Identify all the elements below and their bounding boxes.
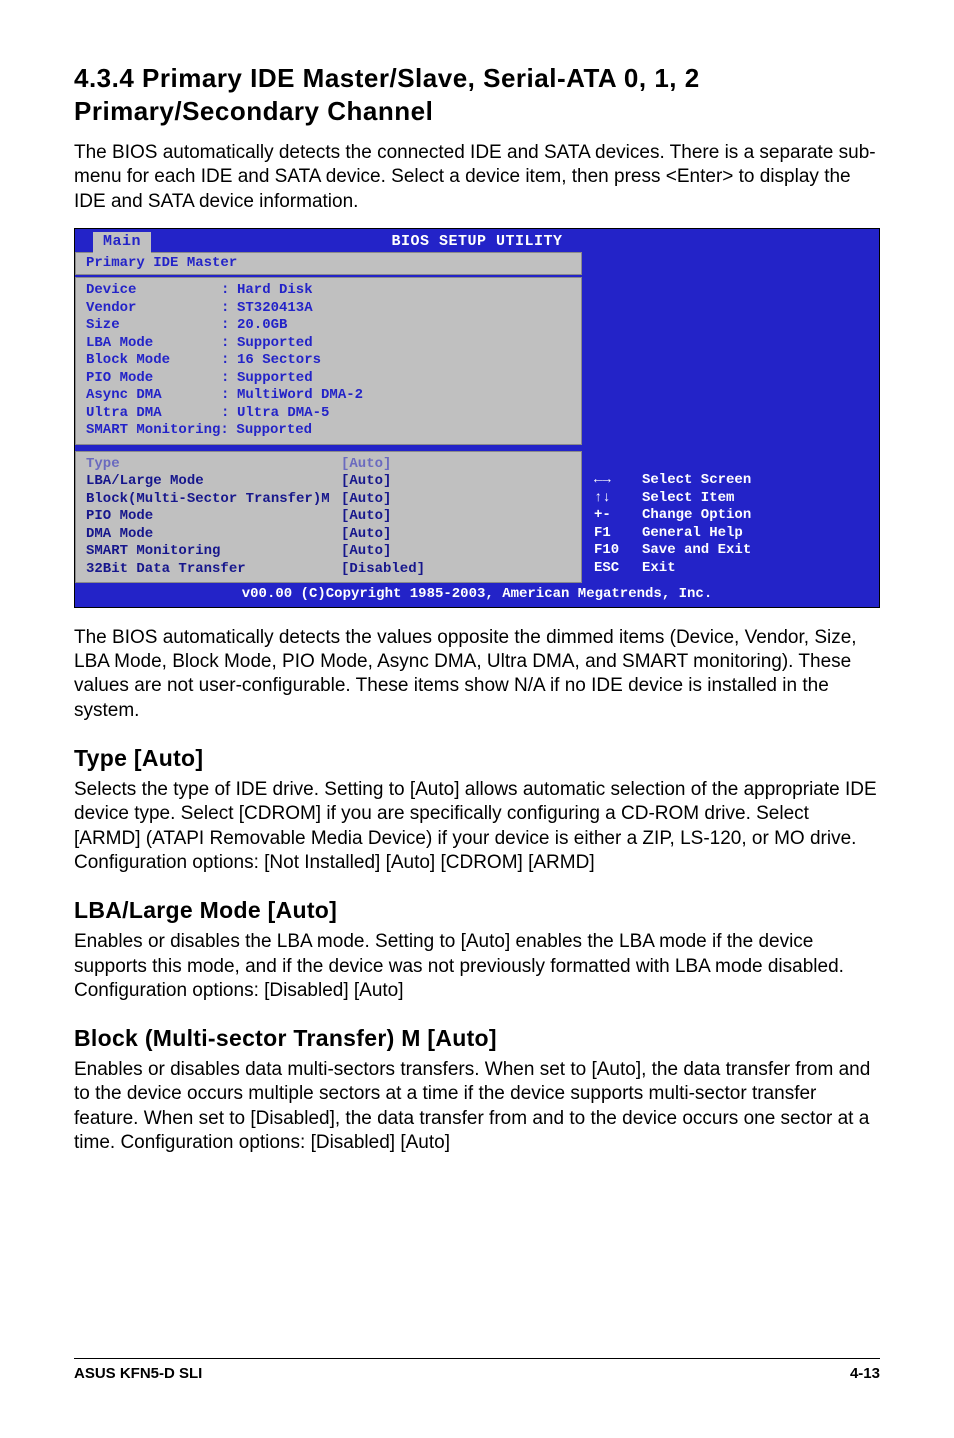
intro-paragraph: The BIOS automatically detects the conne…: [74, 141, 880, 214]
bios-option-label: Block(Multi-Sector Transfer)M: [86, 491, 341, 509]
bios-nav-help: ←→Select Screen↑↓Select Item+-Change Opt…: [594, 472, 867, 577]
bios-nav-key: ←→: [594, 472, 642, 490]
bios-nav-row: ↑↓Select Item: [594, 490, 867, 508]
bios-footer: v00.00 (C)Copyright 1985-2003, American …: [75, 583, 879, 607]
bios-info-separator: :: [221, 405, 237, 423]
bios-info-label: PIO Mode: [86, 370, 221, 388]
bios-info-label: Block Mode: [86, 352, 221, 370]
bios-info-row: LBA Mode: Supported: [86, 335, 571, 353]
heading-lba: LBA/Large Mode [Auto]: [74, 897, 880, 924]
bios-info-row: PIO Mode: Supported: [86, 370, 571, 388]
bios-option-value: [Auto]: [341, 526, 391, 544]
bios-nav-label: Change Option: [642, 507, 751, 525]
bios-info-value: Ultra DMA-5: [237, 405, 329, 423]
bios-nav-key: +-: [594, 507, 642, 525]
bios-info-value: Supported: [237, 335, 313, 353]
body-block: Enables or disables data multi-sectors t…: [74, 1058, 880, 1155]
section-heading: 4.3.4 Primary IDE Master/Slave, Serial-A…: [74, 62, 880, 127]
bios-nav-key: ↑↓: [594, 490, 642, 508]
bios-info-separator: :: [221, 300, 237, 318]
bios-tab-main[interactable]: Main: [93, 232, 151, 253]
bios-info-label: Async DMA: [86, 387, 221, 405]
bios-info-separator: :: [220, 422, 236, 440]
bios-options-panel: Type[Auto]LBA/Large Mode[Auto]Block(Mult…: [75, 451, 582, 584]
bios-info-value: Supported: [236, 422, 312, 440]
bios-panel-title: Primary IDE Master: [75, 252, 582, 276]
paragraph-dimmed-items: The BIOS automatically detects the value…: [74, 626, 880, 723]
bios-info-row: Ultra DMA: Ultra DMA-5: [86, 405, 571, 423]
bios-info-separator: :: [221, 282, 237, 300]
bios-info-row: Device: Hard Disk: [86, 282, 571, 300]
bios-nav-key: ESC: [594, 560, 642, 578]
bios-info-label: Size: [86, 317, 221, 335]
bios-info-value: Hard Disk: [237, 282, 313, 300]
bios-option-value: [Auto]: [341, 491, 391, 509]
bios-info-separator: :: [221, 352, 237, 370]
bios-option-label: Type: [86, 456, 341, 474]
bios-nav-label: Select Screen: [642, 472, 751, 490]
bios-info-row: Vendor: ST320413A: [86, 300, 571, 318]
bios-info-label: Device: [86, 282, 221, 300]
bios-info-row: Async DMA: MultiWord DMA-2: [86, 387, 571, 405]
bios-device-info-panel: Device: Hard DiskVendor: ST320413ASize: …: [75, 277, 582, 445]
bios-option-row[interactable]: LBA/Large Mode[Auto]: [86, 473, 571, 491]
bios-option-row[interactable]: Block(Multi-Sector Transfer)M[Auto]: [86, 491, 571, 509]
bios-nav-label: General Help: [642, 525, 743, 543]
bios-option-value: [Auto]: [341, 543, 391, 561]
bios-info-label: Vendor: [86, 300, 221, 318]
bios-option-row[interactable]: SMART Monitoring[Auto]: [86, 543, 571, 561]
bios-nav-row: +-Change Option: [594, 507, 867, 525]
heading-block: Block (Multi-sector Transfer) M [Auto]: [74, 1025, 880, 1052]
bios-option-row[interactable]: Type[Auto]: [86, 456, 571, 474]
bios-option-value: [Auto]: [341, 456, 391, 474]
bios-option-value: [Disabled]: [341, 561, 425, 579]
footer-page-number: 4-13: [850, 1365, 880, 1382]
bios-option-row[interactable]: DMA Mode[Auto]: [86, 526, 571, 544]
bios-info-value: MultiWord DMA-2: [237, 387, 363, 405]
bios-title-bar: BIOS SETUP UTILITY Main: [75, 229, 879, 252]
body-lba: Enables or disables the LBA mode. Settin…: [74, 930, 880, 1003]
bios-info-label: LBA Mode: [86, 335, 221, 353]
bios-info-separator: :: [221, 335, 237, 353]
bios-option-label: PIO Mode: [86, 508, 341, 526]
bios-nav-key: F10: [594, 542, 642, 560]
bios-option-row[interactable]: 32Bit Data Transfer[Disabled]: [86, 561, 571, 579]
bios-info-value: ST320413A: [237, 300, 313, 318]
bios-nav-label: Save and Exit: [642, 542, 751, 560]
bios-nav-label: Select Item: [642, 490, 734, 508]
bios-nav-key: F1: [594, 525, 642, 543]
bios-info-separator: :: [221, 387, 237, 405]
bios-nav-row: ESCExit: [594, 560, 867, 578]
bios-info-separator: :: [221, 317, 237, 335]
bios-utility-title: BIOS SETUP UTILITY: [391, 233, 562, 250]
bios-info-value: 16 Sectors: [237, 352, 321, 370]
bios-option-label: LBA/Large Mode: [86, 473, 341, 491]
bios-option-label: DMA Mode: [86, 526, 341, 544]
bios-info-value: Supported: [237, 370, 313, 388]
bios-nav-row: F1General Help: [594, 525, 867, 543]
bios-nav-label: Exit: [642, 560, 676, 578]
bios-option-row[interactable]: PIO Mode[Auto]: [86, 508, 571, 526]
bios-info-separator: :: [221, 370, 237, 388]
bios-screenshot: BIOS SETUP UTILITY Main Primary IDE Mast…: [74, 228, 880, 608]
bios-info-row: Size: 20.0GB: [86, 317, 571, 335]
bios-option-label: 32Bit Data Transfer: [86, 561, 341, 579]
bios-info-label: SMART Monitoring: [86, 422, 220, 440]
bios-info-row: Block Mode: 16 Sectors: [86, 352, 571, 370]
bios-info-value: 20.0GB: [237, 317, 287, 335]
bios-info-label: Ultra DMA: [86, 405, 221, 423]
bios-option-value: [Auto]: [341, 508, 391, 526]
footer-product: ASUS KFN5-D SLI: [74, 1365, 202, 1382]
bios-nav-row: ←→Select Screen: [594, 472, 867, 490]
body-type: Selects the type of IDE drive. Setting t…: [74, 778, 880, 875]
bios-option-value: [Auto]: [341, 473, 391, 491]
bios-nav-row: F10Save and Exit: [594, 542, 867, 560]
bios-option-label: SMART Monitoring: [86, 543, 341, 561]
bios-info-row: SMART Monitoring: Supported: [86, 422, 571, 440]
heading-type: Type [Auto]: [74, 745, 880, 772]
